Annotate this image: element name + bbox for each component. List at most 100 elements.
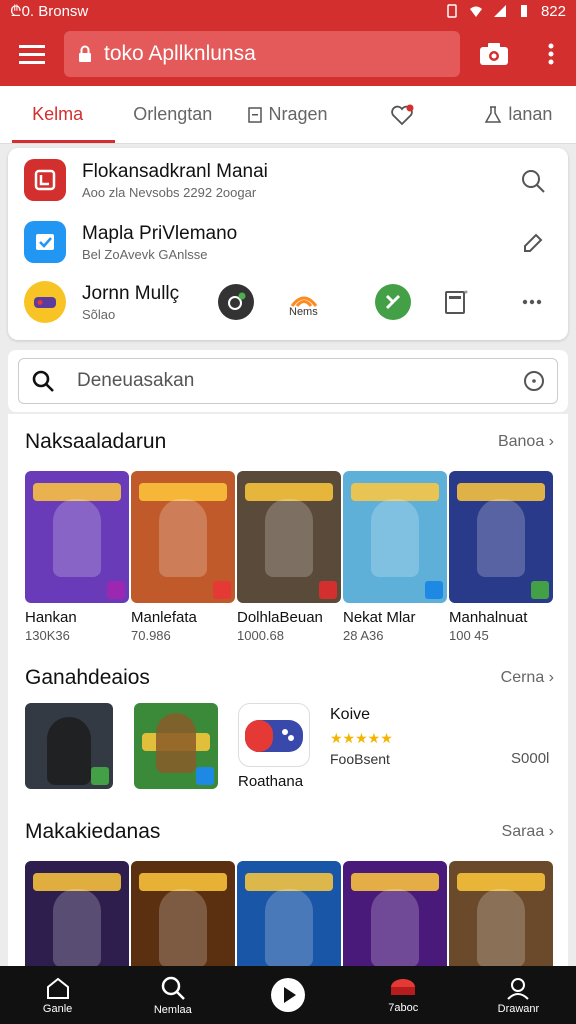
game-tile[interactable]: Manhalnuat 100 45 [449, 471, 553, 643]
game-art [343, 471, 447, 603]
more-label: Cerna [500, 669, 545, 686]
more-vert-icon [548, 43, 554, 65]
game-meta: 28 A36 [343, 628, 384, 643]
game-tile[interactable] [134, 703, 238, 789]
game-tile[interactable]: Nekat Mlar 28 A36 [343, 471, 447, 643]
game-name: Manhalnuat [449, 609, 528, 626]
more-horiz-icon [522, 299, 542, 305]
wifi-icon [469, 4, 483, 18]
game-tile[interactable] [237, 861, 341, 966]
game-art [238, 703, 310, 767]
game-art [131, 861, 235, 966]
row-title: Jornn Mullç [82, 282, 180, 304]
section-title: Ganahdeaios [25, 666, 150, 689]
game-art [25, 861, 129, 966]
notifications-card: Flokansadkranl Manai Aoo zla Nevsobs 229… [8, 148, 568, 340]
game-meta: 70.986 [131, 628, 171, 643]
section-more-link[interactable]: Saraa › [502, 823, 554, 841]
row-title: Mapla PriVlemano [82, 222, 238, 244]
library-icon [391, 978, 416, 995]
info-icon[interactable] [523, 370, 545, 392]
game-name: DolhlaBeuan [237, 609, 323, 626]
section-title: Naksaaladarun [25, 430, 167, 453]
edit-action-button[interactable] [518, 228, 548, 258]
section-more-link[interactable]: Banoa › [498, 433, 554, 451]
app-bar: toko Apllknlunsa [0, 22, 576, 86]
tools-icon [385, 294, 401, 310]
game-art [25, 703, 113, 789]
game-meta: 100 45 [449, 628, 489, 643]
tab-lanan[interactable]: lanan [461, 86, 576, 143]
quick-action-tablet[interactable] [438, 284, 474, 320]
quick-action-more[interactable] [514, 284, 550, 320]
lock-icon [79, 45, 91, 62]
home-icon [46, 977, 69, 999]
section-more-link[interactable]: Cerna › [501, 669, 554, 687]
game-meta: 1000.68 [237, 628, 284, 643]
nav-search[interactable]: Nemlaa [115, 966, 230, 1024]
overflow-menu-button[interactable] [526, 22, 576, 86]
game-tile[interactable]: Hankan 130K36 [25, 471, 129, 643]
nav-play[interactable] [230, 966, 345, 1024]
game-tile[interactable] [343, 861, 447, 966]
game-tile[interactable]: Roathana [238, 703, 342, 790]
edit-icon [524, 233, 543, 252]
game-tile[interactable]: DolhlaBeuan 1000.68 [237, 471, 341, 643]
featured-app[interactable]: Koive ★★★★★ FooBsent [330, 706, 393, 767]
game-name: Roathana [238, 773, 304, 790]
search-card [8, 350, 568, 412]
tab-orlengtan[interactable]: Orlengtan [115, 86, 230, 143]
nav-label: Ganle [42, 1002, 73, 1015]
section-title: Makakiedanas [25, 820, 161, 843]
nav-library[interactable]: 7aboc [346, 966, 461, 1024]
url-bar[interactable]: toko Apllknlunsa [64, 31, 460, 77]
search-icon [32, 370, 54, 392]
game-art [449, 471, 553, 603]
nav-home[interactable]: Ganle [0, 966, 115, 1024]
featured-developer: FooBsent [330, 751, 390, 767]
tab-kelma[interactable]: Kelma [0, 86, 116, 143]
tab-favorites[interactable] [346, 86, 461, 143]
search-box[interactable] [18, 358, 558, 404]
heart-icon [391, 104, 414, 125]
row-subtitle: Bel ZoAvevk GAnlsse [82, 246, 208, 262]
quick-action-label: Nems [289, 306, 318, 318]
battery-icon [517, 4, 531, 18]
app-icon-blue [24, 221, 66, 263]
game-tile[interactable] [25, 703, 129, 789]
wrench-icon [228, 292, 246, 310]
camera-button[interactable] [462, 22, 526, 86]
list-item[interactable]: Flokansadkranl Manai Aoo zla Nevsobs 229… [8, 150, 568, 210]
menu-button[interactable] [0, 22, 64, 86]
quick-action-wrench[interactable] [218, 284, 254, 320]
game-art [343, 861, 447, 966]
game-tile[interactable] [449, 861, 553, 966]
game-art [237, 861, 341, 966]
row-subtitle: Sõlao [82, 306, 116, 322]
game-art [237, 471, 341, 603]
tab-label: Orlengtan [133, 104, 213, 124]
tab-label: Kelma [32, 104, 84, 124]
gamepad-icon [245, 720, 303, 752]
search-input[interactable] [77, 370, 477, 392]
play-icon [271, 978, 305, 1012]
search-icon [522, 170, 545, 193]
vibrate-icon [445, 4, 459, 18]
status-bar: ₾0. Bronsw 822 [0, 0, 576, 22]
search-icon [161, 976, 185, 1000]
game-art [25, 471, 129, 603]
nav-label: Nemlaa [153, 1003, 192, 1016]
game-tile[interactable]: Manlefata 70.986 [131, 471, 235, 643]
app-icon-red [24, 159, 66, 201]
featured-rating: ★★★★★ [330, 730, 393, 746]
featured-price: S000l [511, 750, 550, 767]
nav-label: Drawanr [497, 1002, 540, 1015]
nav-profile[interactable]: Drawanr [461, 966, 576, 1024]
game-tile[interactable] [25, 861, 129, 966]
game-tile[interactable] [131, 861, 235, 966]
list-item[interactable]: Mapla PriVlemano Bel ZoAvevk GAnlsse [8, 212, 568, 272]
search-action-button[interactable] [518, 166, 548, 196]
quick-action-tools[interactable] [375, 284, 411, 320]
tab-nragen[interactable]: Nragen [230, 86, 345, 143]
app-icon-yellow [24, 281, 66, 323]
